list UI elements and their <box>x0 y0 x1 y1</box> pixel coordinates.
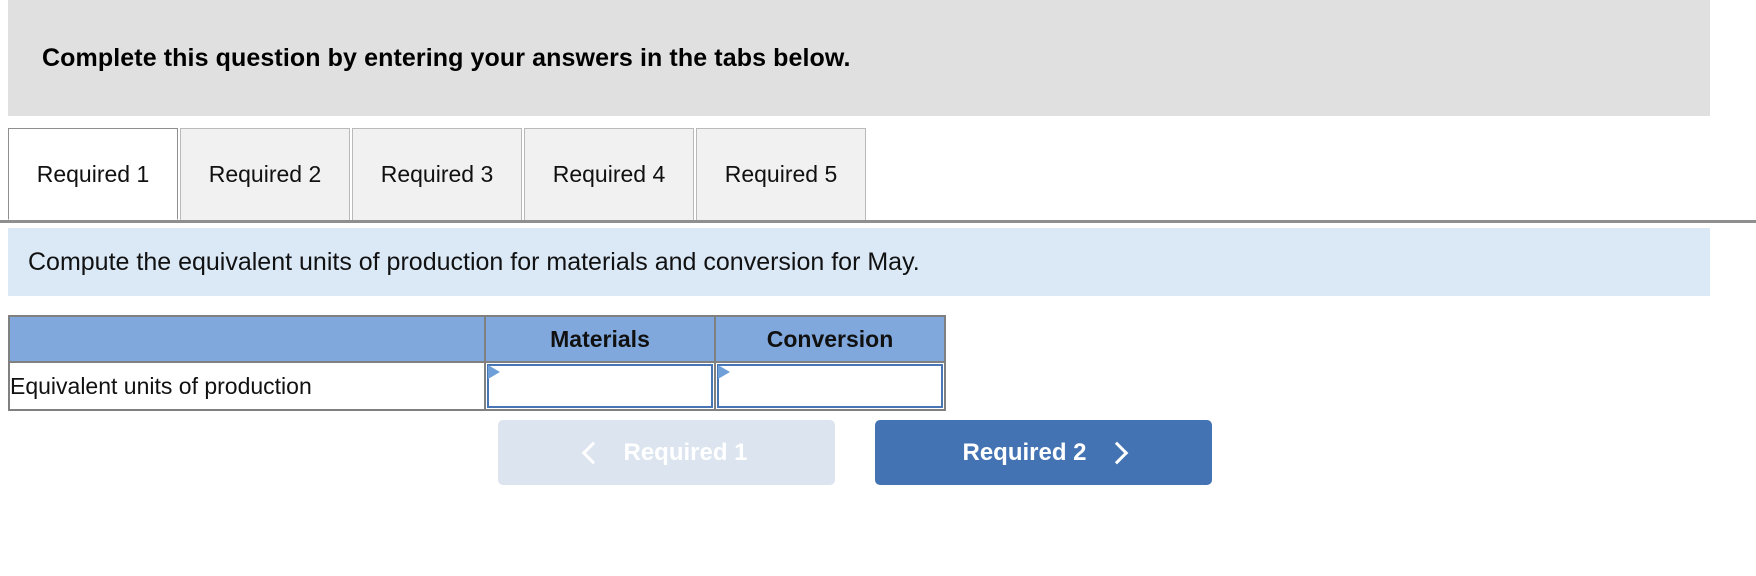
requirement-prompt-banner: Compute the equivalent units of producti… <box>8 228 1710 296</box>
tab-required-2[interactable]: Required 2 <box>180 128 350 220</box>
question-instruction-text: Complete this question by entering your … <box>42 43 851 72</box>
materials-input-box[interactable] <box>487 364 713 408</box>
tab-required-1[interactable]: Required 1 <box>8 128 178 220</box>
materials-input-cell[interactable] <box>484 361 716 411</box>
tab-label: Required 5 <box>724 161 838 187</box>
cell-marker-icon <box>488 365 500 379</box>
table-header-row: Materials Conversion <box>8 315 946 363</box>
row-label-equivalent-units: Equivalent units of production <box>8 361 486 411</box>
tab-label: Required 2 <box>208 161 322 187</box>
requirement-tabs: Required 1 Required 2 Required 3 Require… <box>0 128 1756 224</box>
cell-marker-icon <box>718 365 730 379</box>
table-header-blank <box>8 315 486 363</box>
table-header-conversion: Conversion <box>714 315 946 363</box>
table-header-materials: Materials <box>484 315 716 363</box>
tab-label: Required 3 <box>380 161 494 187</box>
requirement-prompt-text: Compute the equivalent units of producti… <box>28 247 920 276</box>
tab-label: Required 1 <box>36 160 150 187</box>
tab-required-4[interactable]: Required 4 <box>524 128 694 220</box>
previous-requirement-button[interactable]: Required 1 <box>498 420 835 485</box>
tab-label: Required 4 <box>552 161 666 187</box>
chevron-left-icon <box>582 441 605 464</box>
next-requirement-label: Required 2 <box>962 438 1087 466</box>
tab-navigation-controls: Required 1 Required 2 <box>0 420 1756 490</box>
equivalent-units-table: Materials Conversion Equivalent units of… <box>8 315 946 411</box>
question-instruction-banner: Complete this question by entering your … <box>8 0 1710 116</box>
chevron-right-icon <box>1105 441 1128 464</box>
conversion-input-cell[interactable] <box>714 361 946 411</box>
conversion-input-box[interactable] <box>717 364 943 408</box>
tab-required-5[interactable]: Required 5 <box>696 128 866 220</box>
tab-required-3[interactable]: Required 3 <box>352 128 522 220</box>
previous-requirement-label: Required 1 <box>623 438 748 466</box>
tab-strip-underline <box>0 220 1756 223</box>
table-row: Equivalent units of production <box>8 361 946 411</box>
next-requirement-button[interactable]: Required 2 <box>875 420 1212 485</box>
